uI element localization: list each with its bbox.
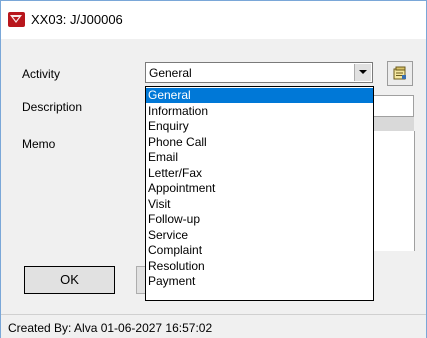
dropdown-option-service[interactable]: Service xyxy=(146,228,373,243)
ok-button[interactable]: OK xyxy=(24,266,115,294)
memo-textarea[interactable] xyxy=(372,131,415,251)
chevron-down-icon[interactable] xyxy=(354,64,371,81)
created-by-status: Created By: Alva 01-06-2027 16:57:02 xyxy=(8,321,213,335)
title-bar: XX03: J/J00006 xyxy=(1,1,426,39)
dropdown-option-phone-call[interactable]: Phone Call xyxy=(146,135,373,150)
activity-dropdown-list[interactable]: General Information Enquiry Phone Call Email… xyxy=(145,86,374,301)
dropdown-option-letter-fax[interactable]: Letter/Fax xyxy=(146,166,373,181)
description-label: Description xyxy=(22,100,83,114)
window-title: XX03: J/J00006 xyxy=(31,12,123,27)
dropdown-option-complaint[interactable]: Complaint xyxy=(146,243,373,258)
app-logo-icon xyxy=(8,12,25,27)
activity-label: Activity xyxy=(22,67,61,81)
dropdown-option-payment[interactable]: Payment xyxy=(146,274,373,289)
dialog-window: XX03: J/J00006 Activity Description Memo… xyxy=(0,0,427,338)
dropdown-option-resolution[interactable]: Resolution xyxy=(146,259,373,274)
notes-edit-icon xyxy=(393,66,406,80)
status-bar: Created By: Alva 01-06-2027 16:57:02 xyxy=(1,314,426,338)
dropdown-option-visit[interactable]: Visit xyxy=(146,197,373,212)
dropdown-option-follow-up[interactable]: Follow-up xyxy=(146,212,373,227)
dropdown-option-appointment[interactable]: Appointment xyxy=(146,181,373,196)
description-input[interactable] xyxy=(372,95,414,117)
activity-combobox-value: General xyxy=(149,66,192,80)
activity-combobox[interactable]: General xyxy=(145,62,373,83)
dropdown-option-information[interactable]: Information xyxy=(146,104,373,119)
notes-edit-button[interactable] xyxy=(387,61,413,86)
dropdown-option-general[interactable]: General xyxy=(146,88,373,103)
description-separator xyxy=(372,117,414,131)
dropdown-option-enquiry[interactable]: Enquiry xyxy=(146,119,373,134)
dropdown-option-email[interactable]: Email xyxy=(146,150,373,165)
memo-label: Memo xyxy=(22,137,56,151)
